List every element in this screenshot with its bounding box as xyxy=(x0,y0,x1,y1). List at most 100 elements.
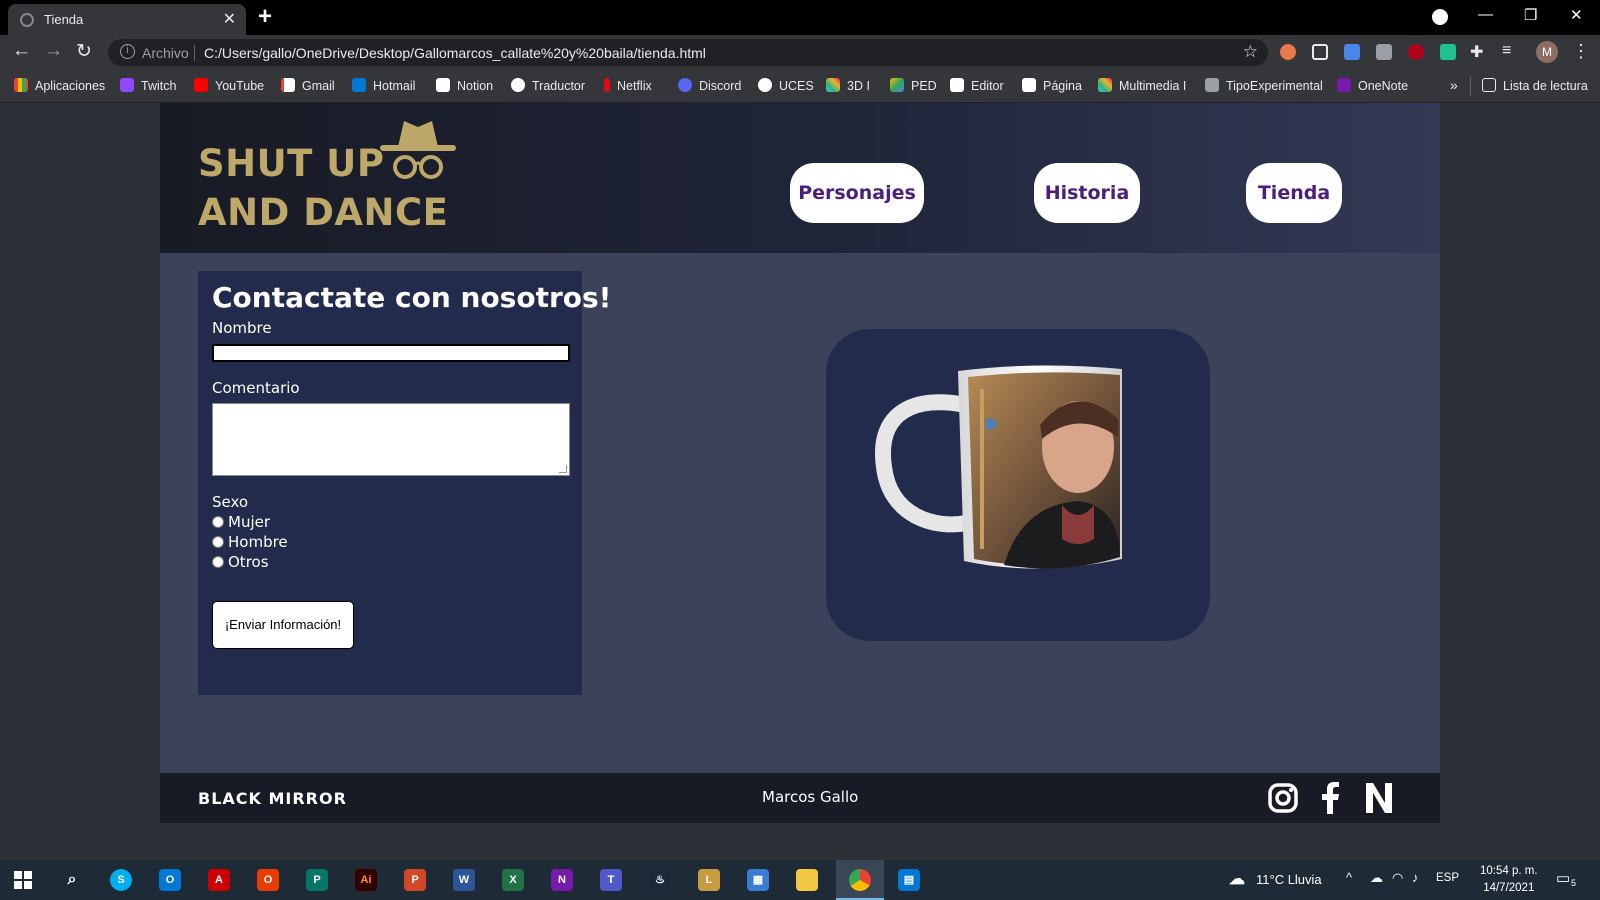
google-icon xyxy=(511,78,525,92)
instagram-icon[interactable] xyxy=(1266,781,1300,815)
globe-icon xyxy=(20,13,34,27)
reload-button[interactable]: ↻ xyxy=(76,40,92,63)
back-button[interactable]: ← xyxy=(12,40,31,62)
gender-option-mujer[interactable]: Mujer xyxy=(212,513,270,531)
black-mirror-logo: BLACK MIRROR xyxy=(198,789,347,808)
radio-button[interactable] xyxy=(212,536,224,548)
facebook-icon[interactable] xyxy=(1314,781,1348,815)
extension-icon[interactable] xyxy=(1280,44,1296,60)
netflix-icon[interactable] xyxy=(1362,781,1396,815)
bookmark-item[interactable]: Página xyxy=(1022,78,1082,95)
system-clock[interactable]: 10:54 p. m. 14/7/2021 xyxy=(1480,863,1538,897)
bookmark-item[interactable]: Traductor xyxy=(511,78,585,95)
resize-handle-icon[interactable] xyxy=(559,465,567,473)
access-icon[interactable]: A xyxy=(208,869,230,891)
gmail-icon xyxy=(281,78,295,92)
reading-list-button[interactable]: Lista de lectura xyxy=(1482,78,1588,93)
gender-option-hombre[interactable]: Hombre xyxy=(212,533,288,551)
powerpoint-icon[interactable]: P xyxy=(404,869,426,891)
close-window-button[interactable]: ✕ xyxy=(1570,6,1583,24)
submit-button[interactable]: ¡Enviar Información! xyxy=(212,601,354,649)
extension-icon[interactable] xyxy=(1440,44,1456,60)
bookmark-item[interactable]: Multimedia I xyxy=(1098,78,1186,95)
volume-icon[interactable]: ♪ xyxy=(1412,870,1419,885)
slack-icon xyxy=(826,78,840,92)
wifi-icon[interactable]: ◠ xyxy=(1392,870,1403,886)
new-tab-button[interactable]: + xyxy=(258,3,272,31)
media-control-icon[interactable]: ≡ xyxy=(1502,42,1511,60)
bookmark-item[interactable]: Hotmail xyxy=(352,78,415,95)
gender-option-otros[interactable]: Otros xyxy=(212,553,269,571)
translate-extension-icon[interactable] xyxy=(1344,44,1360,60)
publisher-icon[interactable]: P xyxy=(306,869,328,891)
radio-button[interactable] xyxy=(212,556,224,568)
bookmark-item[interactable]: Aplicaciones xyxy=(14,78,105,95)
app-window-icon[interactable]: ▤ xyxy=(898,869,920,891)
bookmark-item[interactable]: UCES xyxy=(758,78,814,95)
windows-start-icon[interactable] xyxy=(14,871,32,889)
bookmark-item[interactable]: TipoExperimental xyxy=(1205,78,1323,95)
tab-close-icon[interactable]: ✕ xyxy=(223,9,236,29)
bookmark-item[interactable]: Gmail xyxy=(281,78,335,95)
browser-tab[interactable]: Tienda ✕ xyxy=(8,4,246,35)
bookmark-item[interactable]: Editor xyxy=(950,78,1004,95)
nav-tienda[interactable]: Tienda xyxy=(1246,163,1342,223)
gender-label: Sexo xyxy=(212,493,249,511)
minimize-button[interactable]: — xyxy=(1478,6,1493,23)
incognito-hat-glasses-icon xyxy=(380,121,456,179)
restore-button[interactable]: ❐ xyxy=(1524,6,1537,24)
bookmark-item[interactable]: YouTube xyxy=(194,78,264,95)
comment-textarea[interactable] xyxy=(212,403,570,476)
globe-icon xyxy=(758,78,772,92)
onedrive-icon[interactable]: ☁ xyxy=(1370,870,1383,886)
chrome-icon[interactable] xyxy=(849,869,871,891)
search-icon[interactable]: ⌕ xyxy=(61,869,83,891)
contact-form: Contactate con nosotros! Nombre Comentar… xyxy=(198,271,611,695)
more-bookmarks-button[interactable]: » xyxy=(1450,77,1458,93)
skype-icon[interactable]: S xyxy=(110,869,132,891)
teams-icon[interactable]: T xyxy=(600,869,622,891)
bookmark-star-icon[interactable]: ☆ xyxy=(1243,42,1258,62)
word-icon[interactable]: W xyxy=(453,869,475,891)
netflix-icon xyxy=(604,78,610,92)
notification-count-badge: 5 xyxy=(1571,878,1577,888)
chevron-up-icon[interactable]: ^ xyxy=(1346,870,1352,885)
name-input[interactable] xyxy=(212,344,570,362)
forward-button[interactable]: → xyxy=(44,40,63,62)
bookmark-item[interactable]: PED xyxy=(890,78,937,95)
league-icon[interactable]: L xyxy=(698,869,720,891)
illustrator-icon[interactable]: Ai xyxy=(355,869,377,891)
radio-button[interactable] xyxy=(212,516,224,528)
file-explorer-icon[interactable] xyxy=(796,869,818,891)
bookmark-item[interactable]: Discord xyxy=(678,78,741,95)
notification-center-icon[interactable]: ▭ xyxy=(1556,869,1570,887)
weather-text[interactable]: 11°C Lluvia xyxy=(1256,872,1322,887)
nav-historia[interactable]: Historia xyxy=(1034,163,1140,223)
profile-avatar[interactable]: M xyxy=(1536,41,1558,63)
tab-search-icon[interactable] xyxy=(1432,9,1448,25)
nav-personajes[interactable]: Personajes xyxy=(790,163,924,223)
bookmark-item[interactable]: OneNote xyxy=(1337,78,1408,95)
extension-icon[interactable] xyxy=(1376,44,1392,60)
info-icon[interactable]: i xyxy=(120,44,135,59)
url-text[interactable]: C:/Users/gallo/OneDrive/Desktop/Gallomar… xyxy=(204,45,706,61)
bookmark-item[interactable]: 3D I xyxy=(826,78,870,95)
youtube-icon xyxy=(194,78,208,92)
extension-icon[interactable] xyxy=(1312,44,1328,60)
office-icon[interactable]: O xyxy=(257,869,279,891)
menu-icon[interactable]: ⋮ xyxy=(1572,41,1590,62)
language-indicator[interactable]: ESP xyxy=(1436,872,1459,884)
excel-icon[interactable]: X xyxy=(502,869,524,891)
puzzle-icon[interactable]: ✚ xyxy=(1470,42,1483,62)
store-icon[interactable]: ▦ xyxy=(747,869,769,891)
weather-cloud-icon[interactable]: ☁ xyxy=(1226,869,1248,891)
address-bar[interactable]: i Archivo C:/Users/gallo/OneDrive/Deskto… xyxy=(108,39,1268,66)
bookmark-item[interactable]: Netflix xyxy=(604,78,652,95)
browser-toolbar: ← → ↻ i Archivo C:/Users/gallo/OneDrive/… xyxy=(0,35,1600,70)
ublock-icon[interactable] xyxy=(1408,44,1424,60)
outlook-icon[interactable]: O xyxy=(159,869,181,891)
steam-icon[interactable]: ♨ xyxy=(649,869,671,891)
bookmark-item[interactable]: Twitch xyxy=(120,78,176,95)
bookmark-item[interactable]: Notion xyxy=(436,78,493,95)
onenote-icon[interactable]: N xyxy=(551,869,573,891)
